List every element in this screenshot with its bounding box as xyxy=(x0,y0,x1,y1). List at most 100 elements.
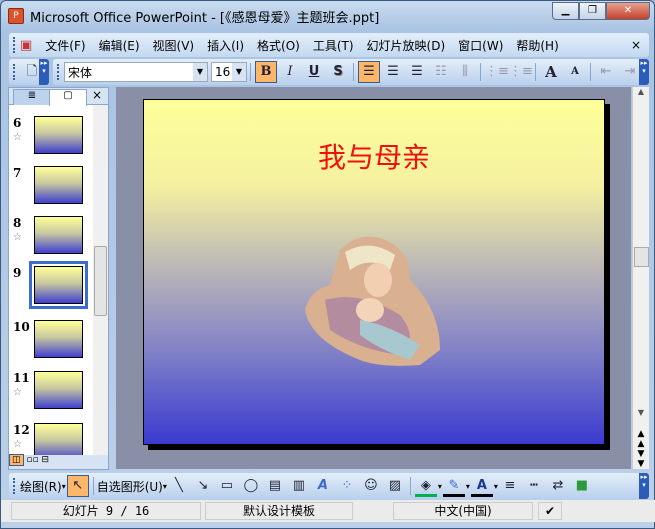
slide-number: 11 xyxy=(13,371,30,385)
restore-button[interactable]: ❐ xyxy=(579,2,606,20)
chevron-down-icon[interactable]: ▼ xyxy=(193,63,207,81)
slide-thumbnail-8[interactable]: 8 ☆ xyxy=(9,216,99,262)
menu-format[interactable]: 格式(O) xyxy=(257,37,300,54)
close-document-button[interactable]: × xyxy=(631,38,641,52)
view-buttons: ◫ ▫▫ ⊟ xyxy=(9,454,108,469)
toolbar-grip[interactable] xyxy=(57,64,60,80)
slide-number: 7 xyxy=(13,166,22,180)
powerpoint-window: P Microsoft Office PowerPoint - [《感恩母爱》主… xyxy=(0,0,655,529)
line-style-icon[interactable]: ≡ xyxy=(499,475,521,497)
align-right-icon[interactable]: ☰ xyxy=(406,61,428,83)
autoshapes-menu[interactable]: 自选图形(U) xyxy=(97,478,163,495)
toolbar-grip[interactable] xyxy=(13,64,16,80)
align-left-icon[interactable]: ☰ xyxy=(358,61,380,83)
slide-preview[interactable] xyxy=(34,166,83,204)
document-icon[interactable]: ▣ xyxy=(20,38,32,53)
align-center-icon[interactable]: ☰ xyxy=(382,61,404,83)
spelling-check-icon[interactable]: ✔ xyxy=(538,502,562,520)
menu-edit[interactable]: 编辑(E) xyxy=(99,37,140,54)
italic-button[interactable]: I xyxy=(279,61,301,83)
slide-sorter-icon[interactable]: ▫▫ xyxy=(26,455,38,465)
minimize-button[interactable]: ▁ xyxy=(552,2,579,20)
font-size-value: 16 xyxy=(215,65,231,79)
slide-thumbnail-7[interactable]: 7 xyxy=(9,166,99,212)
decrease-indent-icon[interactable]: ⇤ xyxy=(595,61,617,83)
toolbar-options-button[interactable]: ▸▸ ▾ xyxy=(639,59,649,85)
slide-thumbnail-10[interactable]: 10 xyxy=(9,320,99,366)
font-size-select[interactable]: 16 ▼ xyxy=(211,62,247,82)
normal-view-icon[interactable]: ◫ xyxy=(9,454,24,466)
dash-style-icon[interactable]: ┅ xyxy=(523,475,545,497)
slide-thumbnail-9[interactable]: 9 xyxy=(9,261,99,312)
bullets-icon[interactable]: ⋮≡ xyxy=(509,61,533,83)
slide-preview[interactable] xyxy=(34,371,83,409)
slideshow-icon[interactable]: ⊟ xyxy=(41,455,49,465)
increase-indent-icon[interactable]: ⇥ xyxy=(619,61,641,83)
draw-menu[interactable]: 绘图(R) xyxy=(20,478,62,495)
scroll-thumb[interactable] xyxy=(634,247,649,267)
toolbar-grip[interactable] xyxy=(13,478,16,494)
line-icon[interactable]: ╲ xyxy=(168,475,190,497)
font-color-icon[interactable]: A xyxy=(470,475,493,497)
slide-preview[interactable] xyxy=(29,261,88,309)
toolbar-grip[interactable] xyxy=(13,37,16,53)
panel-scrollbar[interactable] xyxy=(93,105,108,455)
menu-insert[interactable]: 插入(I) xyxy=(207,37,244,54)
slide-thumbnail-11[interactable]: 11 ☆ xyxy=(9,371,99,417)
close-button[interactable]: ✕ xyxy=(606,2,650,20)
diagram-icon[interactable]: ⁘ xyxy=(336,475,358,497)
menu-slideshow[interactable]: 幻灯片放映(D) xyxy=(367,37,446,54)
slide-preview[interactable] xyxy=(34,216,83,254)
menu-help[interactable]: 帮助(H) xyxy=(516,37,558,54)
chevron-down-icon[interactable]: ▼ xyxy=(232,63,246,81)
menu-file[interactable]: 文件(F) xyxy=(45,37,85,54)
slide-preview[interactable] xyxy=(34,116,83,154)
picture-icon[interactable]: ▨ xyxy=(384,475,406,497)
mother-and-child-image[interactable] xyxy=(300,230,450,370)
clipart-icon[interactable]: ☺ xyxy=(360,475,382,497)
fill-color-icon[interactable]: ◈ xyxy=(414,475,437,497)
slide-preview[interactable] xyxy=(34,320,83,358)
line-color-icon[interactable]: ✎ xyxy=(442,475,465,497)
previous-slide-button[interactable]: ▲ ▲ xyxy=(633,429,649,449)
outline-tab[interactable]: ≣ xyxy=(13,89,51,105)
textbox-icon[interactable]: ▤ xyxy=(264,475,286,497)
menu-window[interactable]: 窗口(W) xyxy=(458,37,503,54)
numbering-icon[interactable]: ⋮≡ xyxy=(485,61,509,83)
rectangle-icon[interactable]: ▭ xyxy=(216,475,238,497)
underline-button[interactable]: U xyxy=(303,61,325,83)
arrow-icon[interactable]: ↘ xyxy=(192,475,214,497)
distribute-icon[interactable]: ☷ xyxy=(430,61,452,83)
arrow-style-icon[interactable]: ⇄ xyxy=(547,475,569,497)
scroll-thumb[interactable] xyxy=(94,246,107,316)
next-slide-button[interactable]: ▼ ▼ xyxy=(633,449,649,469)
font-select[interactable]: 宋体 ▼ xyxy=(64,62,208,82)
vertical-textbox-icon[interactable]: ▥ xyxy=(288,475,310,497)
powerpoint-app-icon[interactable]: P xyxy=(8,8,24,24)
slides-panel: ≣ ▢ × 6 ☆ 7 8 ☆ 9 10 11 ☆ 12 ☆ ◫ ▫▫ ⊟ xyxy=(8,87,109,470)
select-objects-icon[interactable]: ↖ xyxy=(66,475,89,497)
menu-tools[interactable]: 工具(T) xyxy=(313,37,354,54)
slides-tab[interactable]: ▢ xyxy=(49,89,87,106)
toolbar-options-button[interactable]: ▸▸ ▾ xyxy=(39,59,49,85)
toolbar-options-button[interactable]: ▸▸ ▾ xyxy=(639,473,649,499)
shadow-button[interactable]: S xyxy=(327,61,349,83)
slide-title[interactable]: 我与母亲 xyxy=(144,136,604,176)
decrease-font-button[interactable]: A xyxy=(564,61,586,83)
wordart-icon[interactable]: A xyxy=(312,475,334,497)
main-scrollbar[interactable]: ▲ ▼ ▲ ▲ ▼ ▼ xyxy=(632,87,649,469)
close-pane-button[interactable]: × xyxy=(92,88,102,102)
slide-canvas[interactable]: 我与母亲 xyxy=(143,99,605,445)
menu-view[interactable]: 视图(V) xyxy=(153,37,195,54)
bold-button[interactable]: B xyxy=(255,61,277,83)
animation-star-icon: ☆ xyxy=(13,232,22,243)
slide-thumbnail-6[interactable]: 6 ☆ xyxy=(9,116,99,162)
line-spacing-icon[interactable]: ⫼ xyxy=(454,61,476,83)
status-bar: 幻灯片 9 / 16 默认设计模板 中文(中国) ✔ xyxy=(1,500,655,522)
increase-font-button[interactable]: A xyxy=(540,61,562,83)
design-template[interactable]: 默认设计模板 xyxy=(205,502,353,520)
window-title: Microsoft Office PowerPoint - [《感恩母爱》主题班… xyxy=(30,10,380,26)
language-status: 中文(中国) xyxy=(393,502,533,520)
oval-icon[interactable]: ◯ xyxy=(240,475,262,497)
shadow-style-icon[interactable]: ■ xyxy=(571,475,593,497)
